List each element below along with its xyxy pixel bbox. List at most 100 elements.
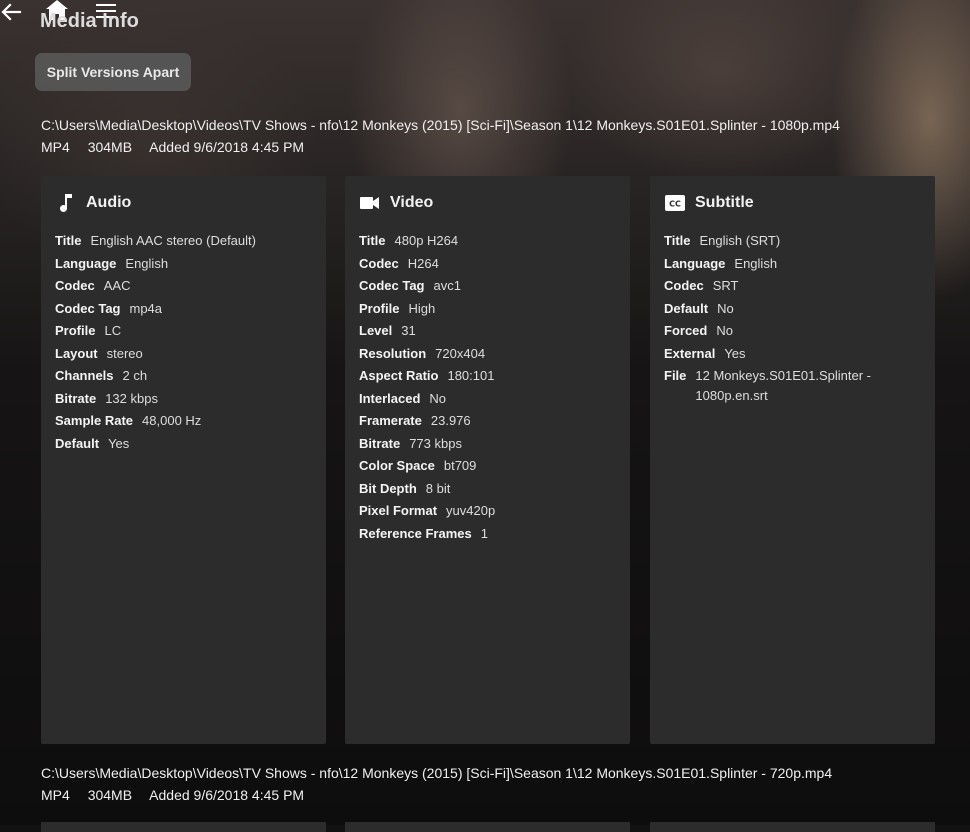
file-meta: MP4 304MB Added 9/6/2018 4:45 PM	[41, 787, 832, 803]
info-value: 2 ch	[122, 368, 148, 383]
info-row: Level 31	[359, 320, 621, 343]
arrow-left-icon[interactable]	[0, 2, 22, 22]
info-row: Framerate 23.976	[359, 410, 621, 433]
info-row: Default No	[664, 298, 926, 321]
card-title: Audio	[86, 194, 132, 211]
info-row: Language English	[55, 253, 317, 276]
info-row: Color Space bt709	[359, 455, 621, 478]
info-value: English AAC stereo (Default)	[90, 233, 256, 248]
file-meta: MP4 304MB Added 9/6/2018 4:45 PM	[41, 139, 840, 155]
info-value: AAC	[103, 278, 131, 293]
info-label: Level	[359, 323, 393, 338]
card-title: Subtitle	[695, 194, 754, 211]
info-value: Yes	[108, 435, 130, 451]
info-label: Bit Depth	[359, 480, 417, 496]
card-title: Video	[390, 194, 434, 211]
info-value: English (SRT)	[699, 233, 781, 248]
top-bar: Media Info	[0, 0, 970, 40]
video-card: Video Title 480p H264 Codec H264 Codec Tag av…	[345, 176, 630, 744]
info-label: Profile	[359, 300, 400, 316]
info-value: English	[734, 255, 778, 271]
info-label: Default	[55, 435, 100, 451]
info-value: stereo	[106, 345, 143, 361]
info-row: Profile High	[359, 298, 621, 321]
info-label: Reference Frames	[359, 525, 472, 541]
subtitle-rows: Title English (SRT) Language English Codec SR…	[664, 230, 926, 406]
info-row: Language English	[664, 253, 926, 276]
page-title: Media Info	[40, 10, 139, 32]
info-label: Resolution	[359, 345, 427, 361]
info-label: Layout	[55, 345, 98, 361]
audio-card	[41, 822, 326, 832]
info-label: Channels	[55, 368, 114, 383]
info-row: Reference Frames 1	[359, 523, 621, 546]
info-row: Title English AAC stereo (Default)	[55, 230, 317, 253]
info-label: Title	[664, 233, 691, 248]
info-label: Forced	[664, 323, 708, 338]
file-size: 304MB	[87, 139, 133, 155]
info-row: Interlaced No	[359, 388, 621, 411]
info-value: English	[125, 255, 169, 271]
info-label: Codec	[359, 255, 399, 271]
info-label: Title	[55, 233, 82, 248]
info-row: Bit Depth 8 bit	[359, 478, 621, 501]
info-row: Aspect Ratio 180:101	[359, 365, 621, 388]
version-info: C:\Users\Media\Desktop\Videos\TV Shows -…	[41, 765, 832, 803]
date-added: Added 9/6/2018 4:45 PM	[149, 139, 305, 155]
file-size: 304MB	[87, 787, 133, 803]
info-value: avc1	[433, 278, 461, 293]
file-path: C:\Users\Media\Desktop\Videos\TV Shows -…	[41, 117, 840, 133]
info-row: Codec SRT	[664, 275, 926, 298]
info-value: 720x404	[435, 345, 486, 361]
info-row: Codec Tag avc1	[359, 275, 621, 298]
video-rows: Title 480p H264 Codec H264 Codec Tag avc1 Prof…	[359, 230, 621, 545]
info-label: Interlaced	[359, 390, 421, 406]
info-value: 180:101	[447, 368, 495, 383]
info-row: Bitrate 773 kbps	[359, 433, 621, 456]
subtitle-card: CC Subtitle Title English (SRT) Language En…	[650, 176, 935, 744]
info-label: Color Space	[359, 458, 435, 473]
info-row: External Yes	[664, 343, 926, 366]
file-path: C:\Users\Media\Desktop\Videos\TV Shows -…	[41, 765, 833, 781]
info-value: 480p H264	[394, 233, 459, 248]
info-value: 12 Monkeys.S01E01.Splinter - 1080p.en.sr…	[695, 368, 872, 403]
info-label: File	[664, 368, 687, 383]
info-label: Framerate	[359, 413, 422, 428]
audio-card: Audio Title English AAC stereo (Default) L…	[41, 176, 326, 744]
closed-caption-icon: CC	[664, 193, 686, 213]
info-value: 48,000 Hz	[142, 413, 202, 428]
info-label: Codec Tag	[359, 278, 425, 293]
video-camera-icon	[359, 193, 381, 213]
info-value: No	[716, 323, 733, 338]
version-info: C:\Users\Media\Desktop\Videos\TV Shows -…	[41, 117, 840, 155]
info-row: Channels 2 ch	[55, 365, 317, 388]
info-row: Title 480p H264	[359, 230, 621, 253]
split-versions-button[interactable]: Split Versions Apart	[35, 53, 191, 91]
info-row: Pixel Format yuv420p	[359, 500, 621, 523]
container-format: MP4	[41, 139, 70, 155]
date-added: Added 9/6/2018 4:45 PM	[149, 787, 305, 803]
info-row: Bitrate 132 kbps	[55, 388, 317, 411]
info-row: Codec Tag mp4a	[55, 298, 317, 321]
info-label: Profile	[55, 323, 96, 338]
info-value: No	[717, 300, 734, 316]
info-row: Default Yes	[55, 433, 317, 456]
info-value: 1	[480, 525, 488, 541]
subtitle-card	[650, 822, 935, 832]
info-row: Codec H264	[359, 253, 621, 276]
info-value: bt709	[443, 458, 477, 473]
music-note-icon	[55, 193, 77, 213]
info-value: mp4a	[129, 300, 163, 316]
info-label: Bitrate	[359, 435, 401, 451]
info-value: 23.976	[430, 413, 471, 428]
info-value: yuv420p	[446, 503, 496, 518]
info-label: Language	[55, 255, 117, 271]
info-row: File 12 Monkeys.S01E01.Splinter - 1080p.e…	[664, 365, 926, 406]
info-value: No	[429, 390, 447, 406]
info-label: Sample Rate	[55, 413, 134, 428]
info-value: SRT	[712, 278, 739, 293]
video-card	[345, 822, 630, 832]
info-label: Language	[664, 255, 726, 271]
info-row: Title English (SRT)	[664, 230, 926, 253]
info-row: Resolution 720x404	[359, 343, 621, 366]
